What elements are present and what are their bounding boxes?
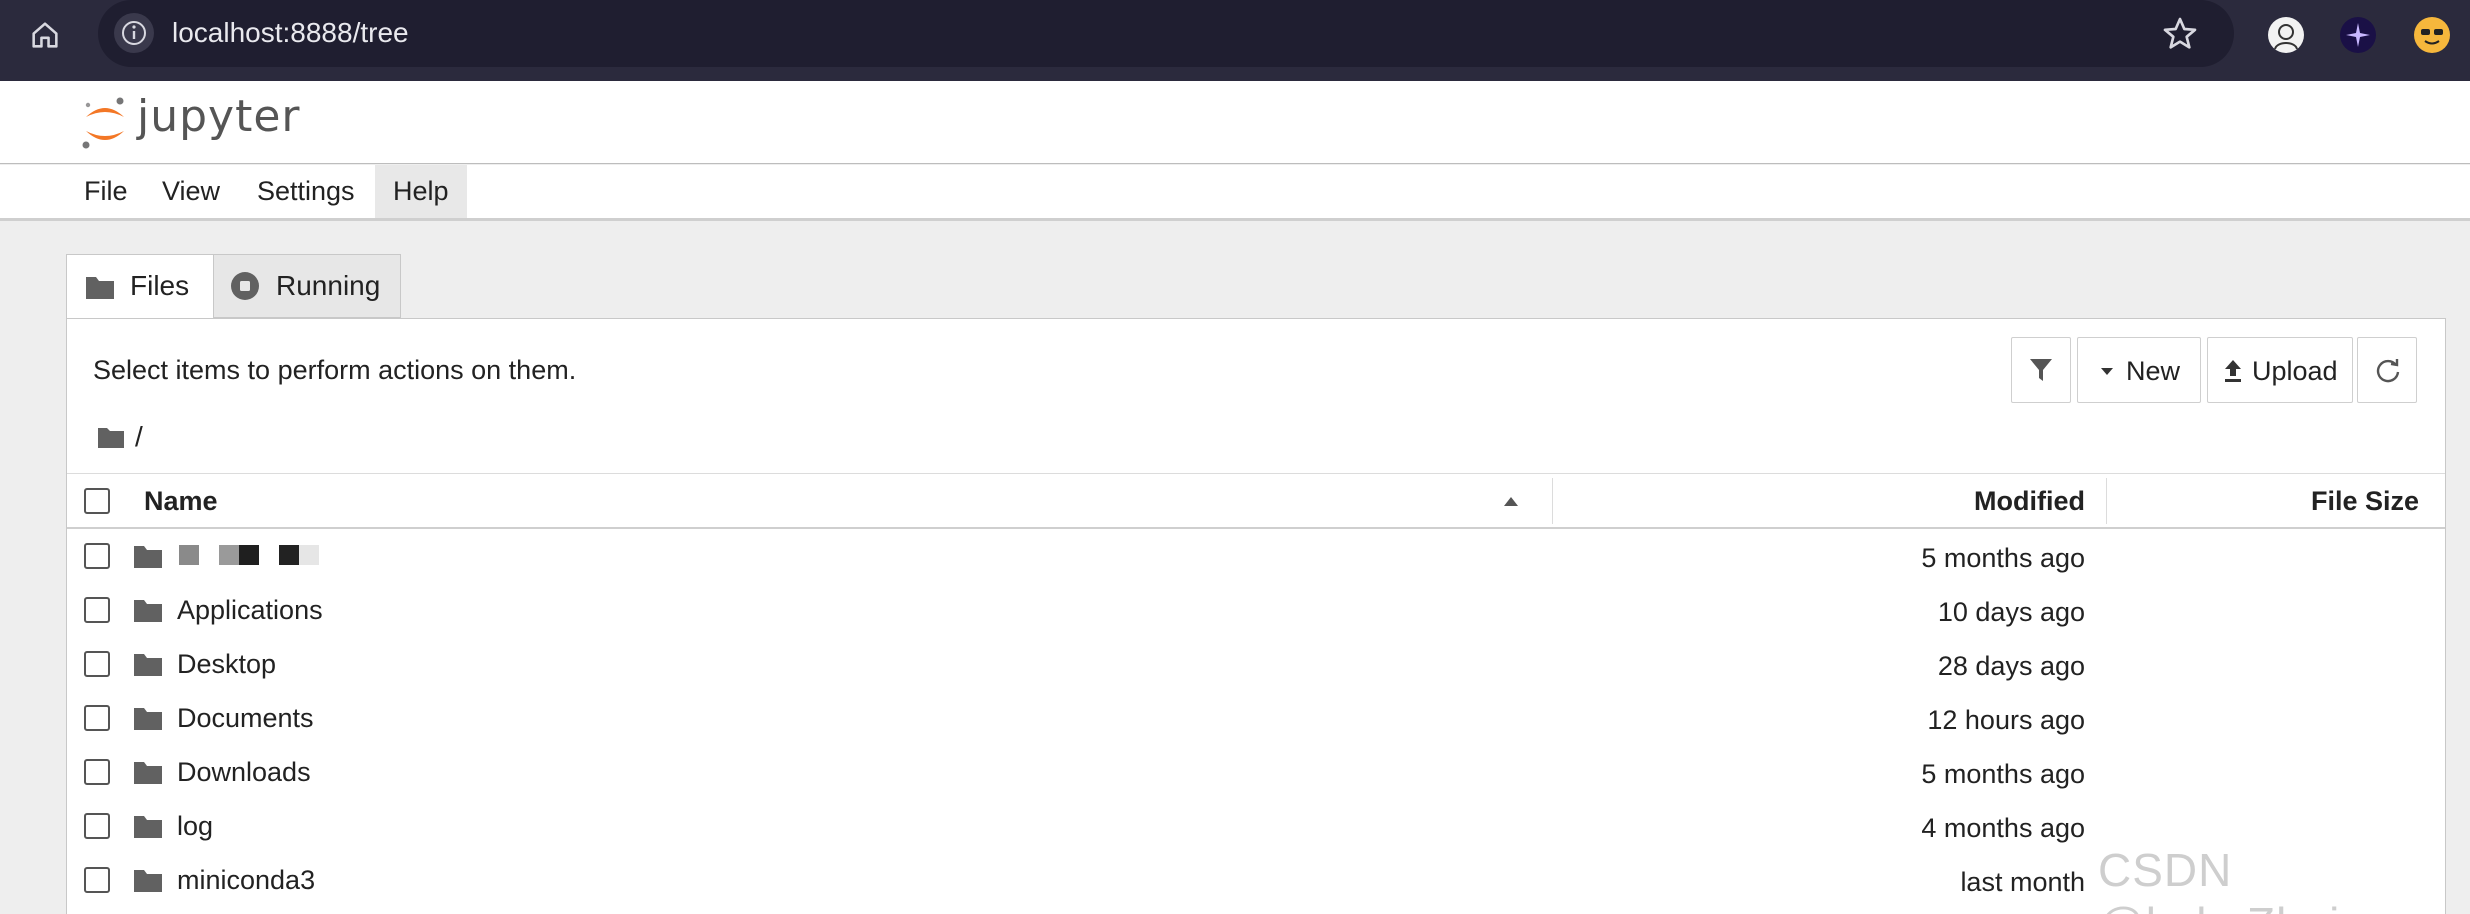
select-all-checkbox[interactable] <box>84 488 110 514</box>
folder-icon <box>86 277 114 299</box>
new-button[interactable]: New <box>2077 337 2201 403</box>
row-name[interactable]: Documents <box>177 703 314 734</box>
row-modified: 5 months ago <box>1921 543 2085 573</box>
stop-circle-icon <box>231 272 259 300</box>
folder-icon <box>134 816 162 838</box>
refresh-button[interactable] <box>2357 337 2417 403</box>
file-list-header: Name Modified File Size <box>67 473 2445 529</box>
file-row[interactable]: miniconda3 last month <box>67 853 2445 907</box>
row-name[interactable]: Downloads <box>177 757 311 788</box>
column-modified-header[interactable]: Modified <box>1974 486 2085 517</box>
url-text: localhost:8888/tree <box>172 17 409 48</box>
site-info-icon[interactable] <box>114 13 154 53</box>
row-name[interactable]: Applications <box>177 595 323 626</box>
column-size-header[interactable]: File Size <box>2311 486 2419 517</box>
file-row[interactable]: Applications 10 days ago <box>67 583 2445 637</box>
redacted-name-block <box>179 545 199 565</box>
row-modified: 4 months ago <box>1921 813 2085 843</box>
jupyter-header: jupyter <box>0 81 2470 164</box>
folder-icon <box>134 870 162 892</box>
row-name[interactable]: log <box>177 811 213 842</box>
tab-files-label: Files <box>130 270 190 301</box>
extension-sparkle-icon[interactable] <box>2340 17 2376 53</box>
menu-settings[interactable]: Settings <box>239 165 373 218</box>
bookmark-star-icon[interactable] <box>2160 14 2200 54</box>
row-checkbox[interactable] <box>84 759 110 785</box>
upload-button-label: Upload <box>2252 356 2338 386</box>
column-divider[interactable] <box>1552 478 1553 524</box>
file-row[interactable]: Documents 12 hours ago <box>67 691 2445 745</box>
file-row[interactable]: Desktop 28 days ago <box>67 637 2445 691</box>
caret-down-icon <box>2101 368 2113 375</box>
breadcrumb-root[interactable]: / <box>135 421 143 453</box>
column-name-header[interactable]: Name <box>144 486 218 517</box>
redacted-name-block <box>299 545 319 565</box>
jupyter-logo-icon[interactable] <box>80 95 130 151</box>
redacted-name-block <box>279 545 299 565</box>
selection-hint: Select items to perform actions on them. <box>93 355 577 385</box>
filter-icon <box>2030 359 2052 381</box>
folder-icon <box>134 600 162 622</box>
column-divider[interactable] <box>2106 478 2107 524</box>
redacted-name-block <box>239 545 259 565</box>
upload-icon <box>2225 360 2241 382</box>
jupyter-logo-text: jupyter <box>137 91 301 142</box>
browser-toolbar: localhost:8888/tree <box>0 0 2470 81</box>
row-checkbox[interactable] <box>84 813 110 839</box>
row-name[interactable]: miniconda3 <box>177 865 315 896</box>
extension-emoji-icon[interactable] <box>2414 17 2450 53</box>
file-row[interactable]: Downloads 5 months ago <box>67 745 2445 799</box>
folder-icon <box>134 654 162 676</box>
row-modified: 12 hours ago <box>1927 705 2085 735</box>
file-browser-panel: Select items to perform actions on them.… <box>66 318 2446 914</box>
profile-avatar-icon[interactable] <box>2268 17 2304 53</box>
menu-help[interactable]: Help <box>375 165 467 218</box>
sort-ascending-icon[interactable] <box>1502 494 1520 508</box>
row-checkbox[interactable] <box>84 543 110 569</box>
new-button-label: New <box>2126 356 2181 386</box>
menu-file[interactable]: File <box>66 165 146 218</box>
menu-view[interactable]: View <box>144 165 238 218</box>
row-modified: 28 days ago <box>1937 651 2085 681</box>
row-checkbox[interactable] <box>84 705 110 731</box>
tab-running[interactable]: Running <box>213 254 401 318</box>
row-checkbox[interactable] <box>84 597 110 623</box>
file-row[interactable]: 5 months ago <box>67 529 2445 583</box>
breadcrumb-folder-icon[interactable] <box>97 425 125 449</box>
watermark: CSDN @kakaZhui <box>2098 844 2339 914</box>
row-checkbox[interactable] <box>84 651 110 677</box>
folder-icon <box>134 762 162 784</box>
row-checkbox[interactable] <box>84 867 110 893</box>
tab-running-label: Running <box>276 270 381 301</box>
row-modified: last month <box>1960 867 2085 897</box>
row-modified: 10 days ago <box>1937 597 2085 627</box>
tab-files[interactable]: Files <box>66 254 214 320</box>
file-row[interactable]: log 4 months ago <box>67 799 2445 853</box>
folder-icon <box>134 708 162 730</box>
row-name[interactable]: Desktop <box>177 649 276 680</box>
menu-bar: File View Settings Help <box>0 165 2470 221</box>
row-modified: 5 months ago <box>1921 759 2085 789</box>
redacted-name-block <box>219 545 239 565</box>
filter-button[interactable] <box>2011 337 2071 403</box>
folder-icon <box>134 546 162 568</box>
refresh-icon <box>2376 359 2400 383</box>
home-icon[interactable] <box>28 18 62 52</box>
upload-button[interactable]: Upload <box>2207 337 2353 403</box>
address-bar[interactable]: localhost:8888/tree <box>98 0 2234 67</box>
